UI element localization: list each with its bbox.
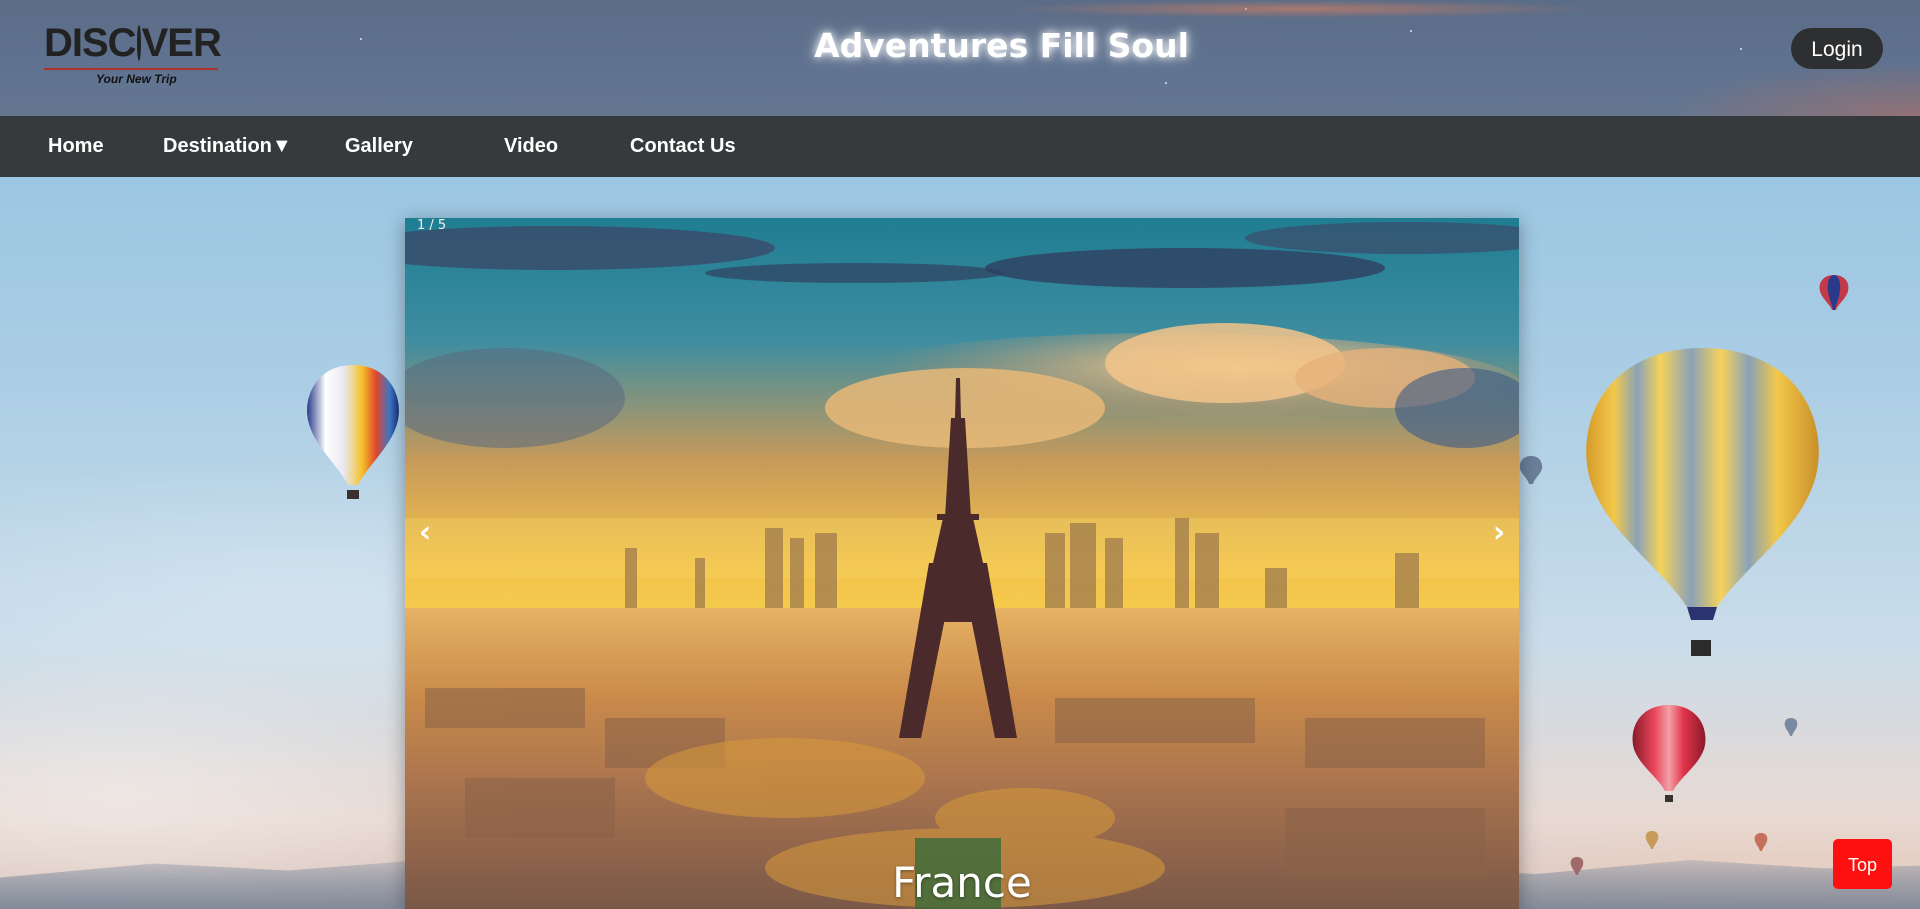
balloon-top-right bbox=[1819, 275, 1849, 310]
balloon-small-2 bbox=[1784, 718, 1798, 736]
balloon-small-1 bbox=[1519, 456, 1543, 484]
site-header: DISC VER Your New Trip Adventures Fill So… bbox=[0, 0, 1920, 116]
balloon-right-large bbox=[1586, 348, 1819, 656]
slide-caption: France bbox=[892, 858, 1032, 907]
login-button[interactable]: Login bbox=[1791, 28, 1883, 69]
nav-item-contact-us[interactable]: Contact Us bbox=[630, 116, 736, 177]
back-to-top-button[interactable]: Top bbox=[1833, 839, 1892, 889]
slide-counter: 1 / 5 bbox=[417, 218, 447, 233]
image-slider: 1 / 5 ‹ › France bbox=[405, 218, 1519, 909]
header-glow bbox=[1660, 60, 1920, 116]
star bbox=[1245, 8, 1247, 10]
nav-item-home[interactable]: Home bbox=[48, 116, 104, 177]
prev-slide-button[interactable]: ‹ bbox=[405, 508, 445, 558]
balloon-small-3 bbox=[1645, 831, 1659, 849]
balloon-right-red bbox=[1632, 705, 1706, 802]
nav-item-gallery[interactable]: Gallery bbox=[345, 116, 413, 177]
balloon-left bbox=[307, 365, 399, 499]
logo-underline bbox=[44, 68, 218, 70]
site-title: Adventures Fill Soul bbox=[814, 26, 1189, 65]
next-slide-button[interactable]: › bbox=[1479, 508, 1519, 558]
nav-item-video[interactable]: Video bbox=[504, 116, 558, 177]
balloon-small-5 bbox=[1570, 857, 1584, 875]
logo-tagline: Your New Trip bbox=[96, 72, 177, 86]
main-nav: Home Destination▼ Gallery Video Contact … bbox=[0, 116, 1920, 177]
nav-item-destination[interactable]: Destination▼ bbox=[163, 116, 292, 177]
balloon-small-4 bbox=[1754, 833, 1768, 851]
slide-image-paris bbox=[405, 218, 1519, 909]
star bbox=[1165, 82, 1167, 84]
